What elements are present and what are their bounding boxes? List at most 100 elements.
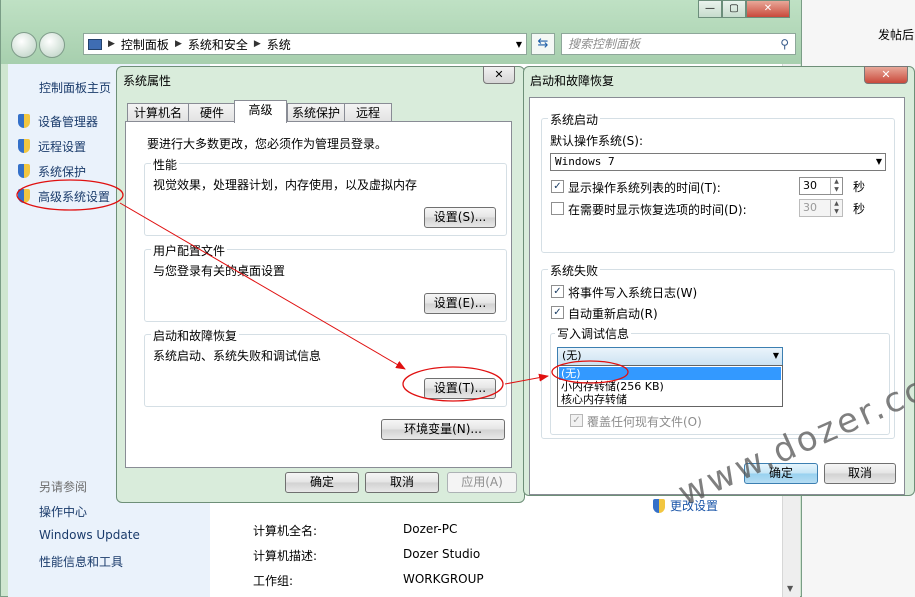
ok-button[interactable]: 确定 — [285, 472, 359, 493]
chevron-down-icon[interactable]: ▼ — [516, 40, 522, 49]
info-key: 计算机描述: — [253, 549, 318, 563]
info-value: WORKGROUP — [403, 572, 484, 586]
shield-icon — [16, 113, 32, 129]
debug-info-dropdown: (无) 小内存转储(256 KB) 核心内存转储 — [557, 365, 783, 407]
show-recovery-label: 在需要时显示恢复选项的时间(D): — [568, 203, 747, 217]
group-description: 与您登录有关的桌面设置 — [153, 264, 286, 278]
minimize-button[interactable]: — — [698, 0, 722, 18]
debug-info-select[interactable]: (无) ▼ — [557, 347, 783, 366]
maximize-button[interactable]: ▢ — [722, 0, 746, 18]
write-event-label: 将事件写入系统日志(W) — [568, 286, 698, 300]
cancel-button[interactable]: 取消 — [365, 472, 439, 493]
group-description: 系统启动、系统失败和调试信息 — [153, 349, 322, 363]
tab-hardware[interactable]: 硬件 — [188, 103, 236, 123]
address-bar[interactable]: ▶ 控制面板 ▶ 系统和安全 ▶ 系统 ▼ — [83, 33, 527, 55]
debug-option[interactable]: (无) — [559, 367, 781, 380]
group-label: 用户配置文件 — [151, 242, 228, 259]
tab-advanced[interactable]: 高级 — [234, 100, 287, 123]
search-input[interactable]: 搜索控制面板 ⚲ — [561, 33, 796, 55]
group-label: 启动和故障恢复 — [151, 327, 240, 344]
seconds-unit: 秒 — [853, 180, 866, 194]
info-value: Dozer-PC — [403, 522, 458, 536]
performance-group: 性能 视觉效果，处理器计划，内存使用，以及虚拟内存 设置(S)... — [144, 156, 507, 236]
startup-recovery-settings-button[interactable]: 设置(T)... — [424, 378, 496, 399]
sidebar-link-performance-tools[interactable]: 性能信息和工具 — [39, 553, 123, 570]
sidebar-home-link[interactable]: 控制面板主页 — [39, 79, 111, 96]
performance-settings-button[interactable]: 设置(S)... — [424, 207, 496, 228]
startup-recovery-group: 启动和故障恢复 系统启动、系统失败和调试信息 设置(T)... — [144, 327, 507, 407]
chevron-down-icon: ▼ — [875, 157, 882, 166]
advanced-tab-panel: 要进行大多数更改，您必须作为管理员登录。 性能 视觉效果，处理器计划，内存使用，… — [125, 121, 512, 468]
show-os-list-checkbox[interactable]: ✓ — [551, 180, 564, 193]
show-recovery-checkbox[interactable] — [551, 202, 564, 215]
debug-option[interactable]: 小内存转储(256 KB) — [559, 380, 781, 393]
close-button[interactable]: ✕ — [864, 66, 908, 84]
breadcrumb-system-security[interactable]: 系统和安全 — [188, 36, 248, 53]
breadcrumb-control-panel[interactable]: 控制面板 — [121, 36, 169, 53]
user-profiles-settings-button[interactable]: 设置(E)... — [424, 293, 496, 314]
system-startup-group: 系统启动 默认操作系统(S): Windows 7 ▼ ✓ 显示操作系统列表的时… — [541, 111, 895, 253]
sidebar-item-label: 设备管理器 — [38, 114, 99, 129]
spin-value: 30 — [803, 201, 817, 214]
sidebar-item-label: 远程设置 — [38, 139, 87, 154]
navigation-bar: ▶ 控制面板 ▶ 系统和安全 ▶ 系统 ▼ ⇆ 搜索控制面板 ⚲ — [11, 30, 796, 58]
sidebar-item-label: 系统保护 — [38, 164, 87, 179]
tab-system-protection[interactable]: 系统保护 — [287, 103, 345, 123]
sidebar-item-remote-settings[interactable]: 远程设置 — [16, 136, 86, 156]
info-key: 工作组: — [253, 574, 294, 588]
scroll-down-icon[interactable]: ▼ — [787, 584, 793, 593]
group-label: 性能 — [151, 156, 180, 173]
auto-restart-checkbox[interactable]: ✓ — [551, 306, 564, 319]
spin-value: 30 — [803, 179, 817, 192]
debug-option[interactable]: 核心内存转储 — [559, 393, 781, 406]
dialog-title: 启动和故障恢复 — [530, 74, 615, 88]
sidebar-item-advanced-settings[interactable]: 高级系统设置 — [16, 186, 110, 206]
breadcrumb-system[interactable]: 系统 — [267, 36, 291, 53]
apply-button[interactable]: 应用(A) — [447, 472, 517, 493]
write-event-checkbox[interactable]: ✓ — [551, 285, 564, 298]
show-os-list-seconds[interactable]: 30 ▲ ▼ — [799, 177, 843, 195]
spin-arrows-icon[interactable]: ▲ ▼ — [830, 178, 842, 194]
sidebar-item-system-protection[interactable]: 系统保护 — [16, 161, 86, 181]
info-key: 计算机全名: — [253, 524, 318, 538]
cancel-button[interactable]: 取消 — [824, 463, 896, 484]
ok-button[interactable]: 确定 — [744, 463, 818, 484]
admin-notice: 要进行大多数更改，您必须作为管理员登录。 — [147, 137, 388, 151]
group-label: 系统失败 — [548, 262, 601, 279]
system-properties-dialog: 系统属性 ✕ 计算机名 硬件 高级 系统保护 远程 要进行大多数更改，您必须作为… — [116, 66, 525, 503]
sidebar-item-label: 高级系统设置 — [38, 189, 111, 204]
sidebar-item-device-manager[interactable]: 设备管理器 — [16, 111, 98, 131]
chevron-right-icon: ▶ — [253, 39, 261, 49]
sidebar-link-action-center[interactable]: 操作中心 — [39, 503, 87, 520]
shield-icon — [16, 138, 32, 154]
default-os-select[interactable]: Windows 7 ▼ — [550, 153, 886, 171]
back-button[interactable] — [11, 32, 37, 58]
chevron-right-icon: ▶ — [174, 39, 182, 49]
search-icon[interactable]: ⚲ — [780, 34, 789, 54]
chevron-down-icon: ▼ — [772, 351, 779, 360]
close-button[interactable]: ✕ — [746, 0, 790, 18]
group-label: 系统启动 — [548, 111, 601, 128]
default-os-value: Windows 7 — [555, 155, 615, 168]
change-settings-label: 更改设置 — [670, 499, 719, 513]
shield-icon — [16, 188, 32, 204]
environment-variables-button[interactable]: 环境变量(N)... — [381, 419, 505, 440]
startup-recovery-dialog: 启动和故障恢复 ✕ 系统启动 默认操作系统(S): Windows 7 ▼ ✓ … — [523, 66, 915, 496]
forward-button[interactable] — [39, 32, 65, 58]
background-text: 发帖后 — [878, 28, 915, 42]
close-button[interactable]: ✕ — [483, 66, 515, 84]
refresh-button[interactable]: ⇆ — [531, 33, 555, 55]
tab-computer-name[interactable]: 计算机名 — [127, 103, 189, 123]
info-value: Dozer Studio — [403, 547, 481, 561]
change-settings-link[interactable]: 更改设置 — [651, 497, 718, 514]
overwrite-checkbox[interactable]: ✓ — [570, 414, 583, 427]
tab-remote[interactable]: 远程 — [344, 103, 392, 123]
chevron-right-icon: ▶ — [108, 39, 115, 49]
see-also-heading: 另请参阅 — [39, 480, 88, 494]
sidebar-link-windows-update[interactable]: Windows Update — [39, 528, 140, 542]
show-recovery-seconds[interactable]: 30 ▲ ▼ — [799, 199, 843, 217]
spin-arrows-icon[interactable]: ▲ ▼ — [830, 200, 842, 216]
startup-recovery-panel: 系统启动 默认操作系统(S): Windows 7 ▼ ✓ 显示操作系统列表的时… — [529, 97, 905, 495]
seconds-unit: 秒 — [853, 202, 866, 216]
group-label: 写入调试信息 — [555, 325, 632, 342]
